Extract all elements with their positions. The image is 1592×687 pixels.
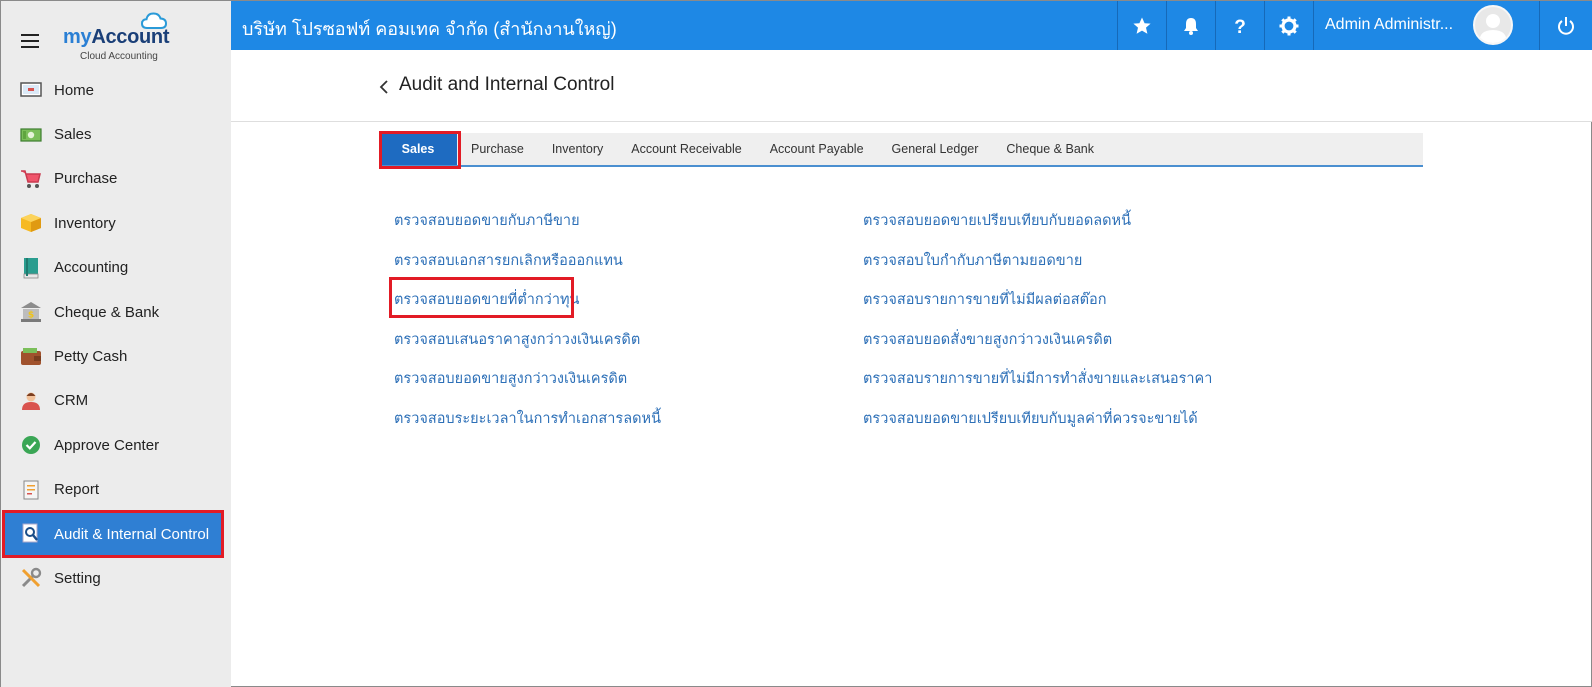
sidebar-item-label: Cheque & Bank [54,303,160,321]
audit-link[interactable]: ตรวจสอบรายการขายที่ไม่มีผลต่อสต๊อก [863,280,1212,320]
page-header: Audit and Internal Control [231,50,1592,122]
sidebar-item-accounting[interactable]: Accounting [1,246,231,290]
sidebar-item-label: CRM [54,392,89,410]
audit-link[interactable]: ตรวจสอบยอดขายกับภาษีขาย [394,201,661,241]
audit-link[interactable]: ตรวจสอบเสนอราคาสูงกว่าวงเงินเครดิต [394,320,661,360]
gear-icon [1279,16,1298,35]
sidebar-item-purchase[interactable]: Purchase [1,157,231,201]
audit-link[interactable]: ตรวจสอบยอดขายที่ต่ำกว่าทุน [394,280,661,320]
audit-icon [20,523,42,545]
logo-area: myAccount Cloud Accounting [1,1,231,69]
check-circle-icon [20,434,42,456]
sidebar-item-label: Approve Center [54,436,160,454]
tab-account-payable[interactable]: Account Payable [756,133,878,165]
avatar[interactable] [1473,5,1513,45]
sidebar-item-label: Inventory [54,214,116,232]
audit-link[interactable]: ตรวจสอบรายการขายที่ไม่มีการทำสั่งขายและเ… [863,359,1212,399]
user-name: Admin Administr... [1325,16,1454,33]
hamburger-menu-icon[interactable] [21,34,39,48]
company-name[interactable]: บริษัท โปรซอฟท์ คอมเทค จำกัด (สำนักงานให… [242,14,617,43]
tab-sales[interactable]: Sales [379,133,457,165]
sidebar-item-inventory[interactable]: Inventory [1,201,231,245]
sidebar-item-label: Petty Cash [54,348,128,366]
audit-link[interactable]: ตรวจสอบยอดขายเปรียบเทียบกับยอดลดหนี้ [863,201,1212,241]
tab-account-receivable[interactable]: Account Receivable [617,133,755,165]
back-chevron-icon[interactable] [379,78,389,99]
sidebar-item-home[interactable]: Home [1,68,231,112]
sidebar-item-label: Home [54,81,95,99]
home-icon [20,79,42,101]
sidebar-nav: Home Sales Purchase Inventory Accounting [1,68,231,601]
sidebar-item-audit-internal-control[interactable]: Audit & Internal Control [2,509,224,559]
tab-purchase[interactable]: Purchase [457,133,538,165]
page-title: Audit and Internal Control [399,74,615,95]
user-menu[interactable]: Admin Administr... [1313,1,1539,50]
cart-icon [20,168,42,190]
tab-general-ledger[interactable]: General Ledger [878,133,993,165]
sidebar-item-setting[interactable]: Setting [1,556,231,600]
sidebar-item-crm[interactable]: CRM [1,379,231,423]
logout-button[interactable] [1539,1,1592,50]
tools-icon [20,567,42,589]
module-tabs: Sales Purchase Inventory Account Receiva… [379,133,1423,167]
star-icon [1132,17,1151,34]
help-button[interactable]: ? [1215,1,1263,50]
links-column-left: ตรวจสอบยอดขายกับภาษีขาย ตรวจสอบเอกสารยกเ… [394,201,661,438]
audit-link[interactable]: ตรวจสอบระยะเวลาในการทำเอกสารลดหนี้ [394,399,661,439]
sidebar-item-approve-center[interactable]: Approve Center [1,423,231,467]
wallet-icon [20,346,42,368]
tab-cheque-bank[interactable]: Cheque & Bank [992,133,1108,165]
money-icon [20,124,42,146]
sidebar-item-label: Purchase [54,170,118,188]
sidebar-item-label: Report [54,481,100,499]
links-column-right: ตรวจสอบยอดขายเปรียบเทียบกับยอดลดหนี้ ตรว… [863,201,1212,438]
favorite-button[interactable] [1117,1,1165,50]
audit-link[interactable]: ตรวจสอบยอดสั่งขายสูงกว่าวงเงินเครดิต [863,320,1212,360]
sidebar-item-report[interactable]: Report [1,468,231,512]
sidebar-item-label: Accounting [54,259,129,277]
settings-button[interactable] [1264,1,1312,50]
sidebar-item-label: Audit & Internal Control [54,525,210,543]
sidebar-item-petty-cash[interactable]: Petty Cash [1,334,231,378]
top-bar: บริษัท โปรซอฟท์ คอมเทค จำกัด (สำนักงานให… [231,1,1592,50]
power-icon [1558,16,1574,35]
audit-link[interactable]: ตรวจสอบยอดขายเปรียบเทียบกับมูลค่าที่ควรจ… [863,399,1212,439]
bell-icon [1183,17,1198,35]
report-icon [20,479,42,501]
svg-text:?: ? [1234,17,1246,36]
app-logo[interactable]: myAccount Cloud Accounting [63,11,183,63]
sidebar-item-cheque-bank[interactable]: $ Cheque & Bank [1,290,231,334]
sidebar-item-sales[interactable]: Sales [1,112,231,156]
notification-button[interactable] [1166,1,1214,50]
logo-title: myAccount [63,26,170,48]
svg-text:$: $ [28,311,34,321]
sidebar: myAccount Cloud Accounting Home Sales Pu… [1,1,231,687]
audit-link[interactable]: ตรวจสอบเอกสารยกเลิกหรือออกแทน [394,241,661,281]
book-icon [20,257,42,279]
sidebar-item-label: Sales [54,126,92,144]
help-icon: ? [1234,17,1246,36]
people-icon [20,390,42,412]
tab-inventory[interactable]: Inventory [538,133,617,165]
logo-subtitle: Cloud Accounting [80,51,158,62]
bank-icon: $ [20,301,42,323]
sidebar-item-label: Setting [54,569,101,587]
box-icon [20,212,42,234]
audit-link[interactable]: ตรวจสอบใบกำกับภาษีตามยอดขาย [863,241,1212,281]
audit-link[interactable]: ตรวจสอบยอดขายสูงกว่าวงเงินเครดิต [394,359,661,399]
